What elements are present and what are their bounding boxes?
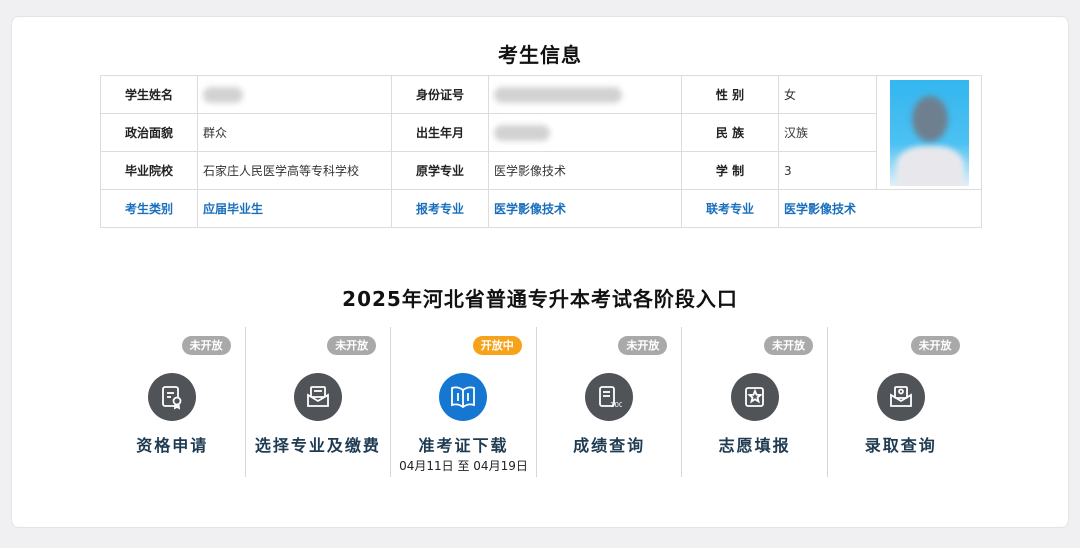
value-duration: 3 (778, 151, 877, 190)
stage-entries: 未开放 资格申请 未开放 选择专业及缴费 开放中 准考证下载 04月11日 至 … (100, 327, 974, 477)
status-badge: 未开放 (327, 336, 377, 355)
student-info-table: 学生姓名 身份证号 性 别 女 政治面貌 群众 出生年月 民 族 汉族 毕业院校… (100, 75, 982, 228)
label-ethnicity: 民 族 (681, 113, 779, 152)
stage-qualification[interactable]: 未开放 资格申请 (100, 327, 246, 477)
admission-letter-icon (876, 373, 925, 421)
certificate-icon (148, 373, 197, 421)
value-id-number (488, 75, 682, 114)
label-candidate-type: 考生类别 (100, 189, 198, 228)
value-political-status: 群众 (197, 113, 392, 152)
envelope-payment-icon (293, 373, 342, 421)
student-photo (889, 79, 969, 186)
star-form-icon (730, 373, 779, 421)
label-political-status: 政治面貌 (100, 113, 198, 152)
stage-name: 准考证下载 (418, 436, 509, 455)
info-row: 考生类别 应届毕业生 报考专业 医学影像技术 联考专业 医学影像技术 (100, 189, 982, 228)
main-card: 考生信息 学生姓名 身份证号 性 别 女 政治面貌 群众 出生年月 民 族 汉族… (11, 16, 1069, 528)
value-original-major: 医学影像技术 (488, 151, 682, 190)
redacted-birth (494, 124, 550, 141)
status-badge: 未开放 (910, 336, 960, 355)
redacted-id (494, 86, 622, 103)
status-badge: 未开放 (763, 336, 813, 355)
stage-major-payment[interactable]: 未开放 选择专业及缴费 (246, 327, 392, 477)
stage-name: 志愿填报 (718, 436, 791, 455)
stage-date: 04月11日 至 04月19日 (399, 459, 528, 473)
svg-text:100: 100 (610, 401, 622, 409)
value-applied-major: 医学影像技术 (488, 189, 682, 228)
status-badge: 未开放 (618, 336, 668, 355)
value-gender: 女 (778, 75, 877, 114)
info-row: 学生姓名 身份证号 性 别 女 (100, 75, 982, 190)
stage-name: 录取查询 (864, 436, 937, 455)
stage-volunteer-fill[interactable]: 未开放 志愿填报 (682, 327, 828, 477)
value-birth-date (488, 113, 682, 152)
label-duration: 学 制 (681, 151, 779, 190)
label-name: 学生姓名 (100, 75, 198, 114)
label-gender: 性 别 (681, 75, 779, 114)
stages-title: 2025年河北省普通专升本考试各阶段入口 (342, 287, 738, 311)
stage-admission-query[interactable]: 未开放 录取查询 (828, 327, 974, 477)
label-original-major: 原学专业 (391, 151, 489, 190)
score-sheet-icon: 100 (585, 373, 634, 421)
label-joint-major: 联考专业 (681, 189, 779, 228)
stage-name: 选择专业及缴费 (254, 436, 381, 455)
label-birth-date: 出生年月 (391, 113, 489, 152)
status-badge: 开放中 (472, 336, 522, 355)
value-candidate-type: 应届毕业生 (197, 189, 392, 228)
value-joint-major: 医学影像技术 (778, 189, 982, 228)
label-id-number: 身份证号 (391, 75, 489, 114)
label-school: 毕业院校 (100, 151, 198, 190)
open-book-icon (439, 373, 488, 421)
status-badge: 未开放 (181, 336, 231, 355)
photo-cell (876, 75, 982, 190)
info-row: 毕业院校 石家庄人民医学高等专科学校 原学专业 医学影像技术 学 制 3 (100, 151, 982, 190)
redacted-name (203, 86, 243, 103)
stage-admission-ticket[interactable]: 开放中 准考证下载 04月11日 至 04月19日 (391, 327, 537, 477)
info-title: 考生信息 (498, 43, 582, 67)
value-school: 石家庄人民医学高等专科学校 (197, 151, 392, 190)
label-applied-major: 报考专业 (391, 189, 489, 228)
stage-score-query[interactable]: 未开放 100 成绩查询 (537, 327, 683, 477)
stage-name: 成绩查询 (573, 436, 646, 455)
info-row: 政治面貌 群众 出生年月 民 族 汉族 (100, 113, 982, 152)
stage-name: 资格申请 (136, 436, 209, 455)
value-name (197, 75, 392, 114)
value-ethnicity: 汉族 (778, 113, 877, 152)
